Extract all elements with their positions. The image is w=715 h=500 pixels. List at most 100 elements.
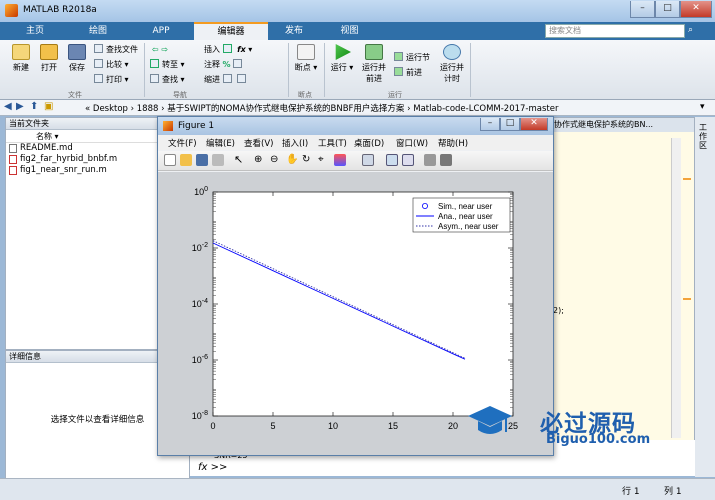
find-button[interactable]: 查找 ▾ — [150, 74, 185, 86]
run-advance-button[interactable]: 运行并 前进 — [358, 44, 390, 84]
pointer-icon[interactable]: ↖ — [234, 154, 246, 166]
minimize-button[interactable]: – — [630, 1, 655, 18]
indent-label: 缩进 — [204, 75, 220, 84]
legend-icon[interactable] — [402, 154, 414, 166]
menu-edit[interactable]: 编辑(E) — [206, 137, 235, 149]
y-tick-label: 10-2 — [192, 242, 208, 253]
open-button[interactable]: 打开 — [36, 44, 62, 73]
address-dropdown-icon[interactable]: ▾ — [700, 102, 705, 112]
x-tick-label: 10 — [328, 421, 338, 431]
status-row: 行 1 — [622, 487, 640, 497]
close-button[interactable]: ✕ — [680, 1, 712, 18]
tab-plots[interactable]: 绘图 — [68, 22, 128, 40]
file-name: fig1_near_snr_run.m — [20, 165, 107, 175]
menu-tools[interactable]: 工具(T) — [318, 137, 347, 149]
hide-tools-icon[interactable] — [424, 154, 436, 166]
goto-button[interactable]: 转至 ▾ — [150, 59, 185, 71]
link-icon[interactable] — [362, 154, 374, 166]
figure-minimize-button[interactable]: – — [480, 118, 500, 131]
menu-window[interactable]: 窗口(W) — [396, 137, 428, 149]
folder-icon — [40, 44, 58, 60]
print-label: 打印 — [106, 75, 122, 84]
figure-toolbar: ↖ ⊕ ⊖ ✋ ↻ ⌖ — [158, 151, 553, 171]
figure-maximize-button[interactable]: □ — [500, 118, 520, 131]
zoom-out-icon[interactable]: ⊖ — [270, 154, 282, 166]
open-icon[interactable] — [180, 154, 192, 166]
menu-desktop[interactable]: 桌面(D) — [354, 137, 384, 149]
menu-help[interactable]: 帮助(H) — [438, 137, 468, 149]
menu-view[interactable]: 查看(V) — [244, 137, 273, 149]
comment-button[interactable]: 注释 % — [204, 59, 245, 71]
pan-icon[interactable]: ✋ — [286, 154, 298, 166]
print-button[interactable]: 打印 ▾ — [94, 74, 129, 86]
x-tick-label: 15 — [388, 421, 398, 431]
search-docs-input[interactable]: 搜索文档 — [545, 24, 685, 38]
watermark-en: Biguo100.com — [546, 432, 651, 447]
m-file-icon — [9, 166, 17, 175]
comment-icon — [233, 59, 243, 68]
breakpoints-label: 断点 — [294, 63, 311, 72]
outdent-icon — [237, 74, 247, 83]
tab-editor[interactable]: 编辑器 — [194, 22, 268, 40]
menu-file[interactable]: 文件(F) — [168, 137, 197, 149]
up-folder-icon[interactable]: ⬆ — [30, 101, 38, 112]
save-icon[interactable] — [196, 154, 208, 166]
run-time-button[interactable]: 运行并 计时 — [437, 44, 467, 84]
new-button[interactable]: 新建 — [8, 44, 34, 73]
fx-icon: fx — [237, 45, 246, 54]
tab-apps[interactable]: APP — [131, 22, 191, 40]
run-label: 运行 — [330, 63, 347, 72]
save-button[interactable]: 保存 — [64, 44, 90, 73]
code-snippet: 2); — [553, 306, 564, 315]
tab-view[interactable]: 视图 — [322, 22, 377, 40]
save-label: 保存 — [69, 63, 85, 72]
compare-label: 比较 — [106, 60, 122, 69]
find-label: 查找 — [162, 75, 178, 84]
divider — [144, 43, 145, 97]
print-icon[interactable] — [212, 154, 224, 166]
figure-title: Figure 1 — [178, 121, 215, 131]
brush-icon[interactable] — [334, 154, 346, 166]
insert-button[interactable]: 插入 fx ▾ — [204, 44, 252, 56]
search-icon[interactable]: ⌕ — [688, 25, 693, 35]
warning-marker — [683, 298, 691, 300]
command-prompt[interactable]: fx >> — [198, 462, 227, 473]
tab-publish[interactable]: 发布 — [270, 22, 318, 40]
compare-button[interactable]: 比较 ▾ — [94, 59, 129, 71]
back-forward-buttons[interactable]: ⇦ ⇨ — [152, 44, 168, 56]
menu-insert[interactable]: 插入(I) — [282, 137, 308, 149]
maximize-button[interactable]: □ — [655, 1, 680, 18]
compare-icon — [94, 59, 103, 68]
back-icon[interactable]: ◀ — [4, 101, 12, 112]
run-section-button[interactable]: 运行节 — [394, 52, 430, 64]
editor-scrollbar[interactable] — [671, 138, 681, 438]
new-figure-icon[interactable] — [164, 154, 176, 166]
y-tick-label: 100 — [194, 186, 208, 197]
workspace-label[interactable]: 工作区 — [699, 123, 711, 150]
figure-titlebar: Figure 1 – □ ✕ — [158, 117, 553, 135]
data-cursor-icon[interactable]: ⌖ — [318, 154, 330, 166]
m-file-icon — [9, 155, 17, 164]
show-tools-icon[interactable] — [440, 154, 452, 166]
breakpoints-button[interactable]: 断点 ▾ — [294, 44, 318, 73]
forward-icon[interactable]: ▶ — [16, 101, 24, 112]
indent-button[interactable]: 缩进 — [204, 74, 249, 86]
window-title: MATLAB R2018a — [23, 5, 97, 15]
tab-home[interactable]: 主页 — [5, 22, 65, 40]
editor-tab[interactable]: 协作式继电保护系统的BN... — [549, 118, 694, 132]
figure-close-button[interactable]: ✕ — [520, 118, 548, 131]
breadcrumb[interactable]: « Desktop › 1888 › 基于SWIPT的NOMA协作式继电保护系统… — [85, 102, 558, 114]
rotate-icon[interactable]: ↻ — [302, 154, 314, 166]
browse-folder-icon[interactable]: ▣ — [44, 101, 53, 112]
find-files-button[interactable]: 查找文件 — [94, 44, 138, 56]
indent-icon — [222, 74, 232, 83]
advance-button[interactable]: 前进 — [394, 67, 422, 79]
run-button[interactable]: 运行 ▾ — [330, 44, 354, 73]
file-name: fig2_far_hyrbid_bnbf.m — [20, 154, 118, 164]
zoom-in-icon[interactable]: ⊕ — [254, 154, 266, 166]
divider — [288, 43, 289, 97]
figure-logo-icon — [163, 121, 173, 131]
colorbar-icon[interactable] — [386, 154, 398, 166]
new-icon — [12, 44, 30, 60]
group-nav-label: 导航 — [173, 91, 187, 99]
